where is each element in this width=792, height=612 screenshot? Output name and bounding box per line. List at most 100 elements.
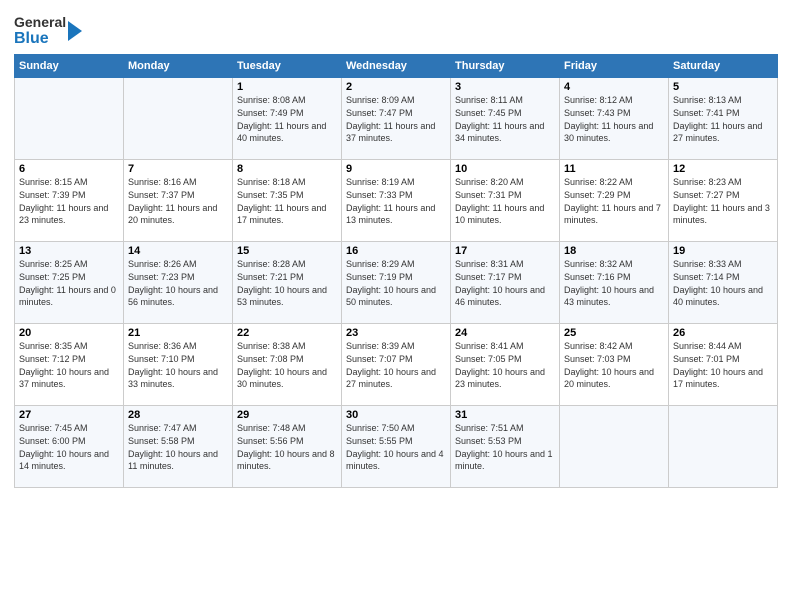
day-number: 13 [19, 245, 119, 257]
day-cell: 6Sunrise: 8:15 AMSunset: 7:39 PMDaylight… [15, 160, 124, 242]
day-number: 21 [128, 327, 228, 339]
weekday-header-wednesday: Wednesday [342, 55, 451, 78]
day-number: 24 [455, 327, 555, 339]
day-number: 18 [564, 245, 664, 257]
day-number: 12 [673, 163, 773, 175]
day-info: Sunrise: 8:18 AMSunset: 7:35 PMDaylight:… [237, 176, 337, 226]
day-info: Sunrise: 8:15 AMSunset: 7:39 PMDaylight:… [19, 176, 119, 226]
day-cell: 31Sunrise: 7:51 AMSunset: 5:53 PMDayligh… [451, 406, 560, 488]
week-row-4: 20Sunrise: 8:35 AMSunset: 7:12 PMDayligh… [15, 324, 778, 406]
day-cell [560, 406, 669, 488]
day-cell: 3Sunrise: 8:11 AMSunset: 7:45 PMDaylight… [451, 78, 560, 160]
page: General Blue SundayMondayTuesdayWednesda… [0, 0, 792, 612]
weekday-header-monday: Monday [124, 55, 233, 78]
day-info: Sunrise: 8:11 AMSunset: 7:45 PMDaylight:… [455, 94, 555, 144]
day-number: 26 [673, 327, 773, 339]
day-number: 9 [346, 163, 446, 175]
day-number: 15 [237, 245, 337, 257]
day-info: Sunrise: 8:25 AMSunset: 7:25 PMDaylight:… [19, 258, 119, 308]
day-number: 4 [564, 81, 664, 93]
day-cell: 20Sunrise: 8:35 AMSunset: 7:12 PMDayligh… [15, 324, 124, 406]
day-info: Sunrise: 8:33 AMSunset: 7:14 PMDaylight:… [673, 258, 773, 308]
day-number: 5 [673, 81, 773, 93]
day-number: 11 [564, 163, 664, 175]
logo-arrow-icon [68, 17, 86, 45]
day-info: Sunrise: 8:32 AMSunset: 7:16 PMDaylight:… [564, 258, 664, 308]
day-cell: 22Sunrise: 8:38 AMSunset: 7:08 PMDayligh… [233, 324, 342, 406]
day-cell [669, 406, 778, 488]
day-number: 30 [346, 409, 446, 421]
day-cell: 11Sunrise: 8:22 AMSunset: 7:29 PMDayligh… [560, 160, 669, 242]
day-number: 29 [237, 409, 337, 421]
day-cell: 23Sunrise: 8:39 AMSunset: 7:07 PMDayligh… [342, 324, 451, 406]
day-cell: 29Sunrise: 7:48 AMSunset: 5:56 PMDayligh… [233, 406, 342, 488]
day-cell: 26Sunrise: 8:44 AMSunset: 7:01 PMDayligh… [669, 324, 778, 406]
day-info: Sunrise: 8:29 AMSunset: 7:19 PMDaylight:… [346, 258, 446, 308]
logo-text: General Blue [14, 14, 66, 48]
day-cell: 2Sunrise: 8:09 AMSunset: 7:47 PMDaylight… [342, 78, 451, 160]
day-info: Sunrise: 8:41 AMSunset: 7:05 PMDaylight:… [455, 340, 555, 390]
day-cell: 16Sunrise: 8:29 AMSunset: 7:19 PMDayligh… [342, 242, 451, 324]
day-number: 25 [564, 327, 664, 339]
day-info: Sunrise: 8:16 AMSunset: 7:37 PMDaylight:… [128, 176, 228, 226]
day-cell: 1Sunrise: 8:08 AMSunset: 7:49 PMDaylight… [233, 78, 342, 160]
day-info: Sunrise: 8:38 AMSunset: 7:08 PMDaylight:… [237, 340, 337, 390]
day-info: Sunrise: 8:19 AMSunset: 7:33 PMDaylight:… [346, 176, 446, 226]
day-info: Sunrise: 8:26 AMSunset: 7:23 PMDaylight:… [128, 258, 228, 308]
day-cell: 8Sunrise: 8:18 AMSunset: 7:35 PMDaylight… [233, 160, 342, 242]
day-cell: 25Sunrise: 8:42 AMSunset: 7:03 PMDayligh… [560, 324, 669, 406]
day-number: 2 [346, 81, 446, 93]
day-cell: 28Sunrise: 7:47 AMSunset: 5:58 PMDayligh… [124, 406, 233, 488]
day-info: Sunrise: 8:36 AMSunset: 7:10 PMDaylight:… [128, 340, 228, 390]
day-number: 10 [455, 163, 555, 175]
day-cell: 12Sunrise: 8:23 AMSunset: 7:27 PMDayligh… [669, 160, 778, 242]
day-number: 27 [19, 409, 119, 421]
day-cell [15, 78, 124, 160]
day-info: Sunrise: 8:28 AMSunset: 7:21 PMDaylight:… [237, 258, 337, 308]
day-cell: 27Sunrise: 7:45 AMSunset: 6:00 PMDayligh… [15, 406, 124, 488]
day-info: Sunrise: 8:31 AMSunset: 7:17 PMDaylight:… [455, 258, 555, 308]
day-info: Sunrise: 8:12 AMSunset: 7:43 PMDaylight:… [564, 94, 664, 144]
day-cell: 14Sunrise: 8:26 AMSunset: 7:23 PMDayligh… [124, 242, 233, 324]
week-row-2: 6Sunrise: 8:15 AMSunset: 7:39 PMDaylight… [15, 160, 778, 242]
day-cell: 7Sunrise: 8:16 AMSunset: 7:37 PMDaylight… [124, 160, 233, 242]
day-info: Sunrise: 7:51 AMSunset: 5:53 PMDaylight:… [455, 422, 555, 472]
weekday-header-friday: Friday [560, 55, 669, 78]
day-number: 28 [128, 409, 228, 421]
header: General Blue [14, 10, 778, 48]
day-cell: 15Sunrise: 8:28 AMSunset: 7:21 PMDayligh… [233, 242, 342, 324]
week-row-1: 1Sunrise: 8:08 AMSunset: 7:49 PMDaylight… [15, 78, 778, 160]
logo-general: General [14, 14, 66, 30]
day-cell: 10Sunrise: 8:20 AMSunset: 7:31 PMDayligh… [451, 160, 560, 242]
day-number: 3 [455, 81, 555, 93]
weekday-header-thursday: Thursday [451, 55, 560, 78]
day-number: 23 [346, 327, 446, 339]
day-cell: 4Sunrise: 8:12 AMSunset: 7:43 PMDaylight… [560, 78, 669, 160]
day-info: Sunrise: 8:20 AMSunset: 7:31 PMDaylight:… [455, 176, 555, 226]
day-cell: 24Sunrise: 8:41 AMSunset: 7:05 PMDayligh… [451, 324, 560, 406]
logo: General Blue [14, 14, 86, 48]
day-number: 31 [455, 409, 555, 421]
day-number: 8 [237, 163, 337, 175]
day-number: 22 [237, 327, 337, 339]
day-info: Sunrise: 7:47 AMSunset: 5:58 PMDaylight:… [128, 422, 228, 472]
week-row-5: 27Sunrise: 7:45 AMSunset: 6:00 PMDayligh… [15, 406, 778, 488]
day-cell [124, 78, 233, 160]
weekday-header-tuesday: Tuesday [233, 55, 342, 78]
day-number: 7 [128, 163, 228, 175]
day-cell: 19Sunrise: 8:33 AMSunset: 7:14 PMDayligh… [669, 242, 778, 324]
logo-container: General Blue [14, 14, 86, 48]
day-number: 20 [19, 327, 119, 339]
weekday-header-sunday: Sunday [15, 55, 124, 78]
day-number: 1 [237, 81, 337, 93]
day-info: Sunrise: 8:39 AMSunset: 7:07 PMDaylight:… [346, 340, 446, 390]
day-info: Sunrise: 8:13 AMSunset: 7:41 PMDaylight:… [673, 94, 773, 144]
week-row-3: 13Sunrise: 8:25 AMSunset: 7:25 PMDayligh… [15, 242, 778, 324]
day-cell: 9Sunrise: 8:19 AMSunset: 7:33 PMDaylight… [342, 160, 451, 242]
day-cell: 21Sunrise: 8:36 AMSunset: 7:10 PMDayligh… [124, 324, 233, 406]
day-info: Sunrise: 8:08 AMSunset: 7:49 PMDaylight:… [237, 94, 337, 144]
day-info: Sunrise: 7:50 AMSunset: 5:55 PMDaylight:… [346, 422, 446, 472]
day-info: Sunrise: 7:45 AMSunset: 6:00 PMDaylight:… [19, 422, 119, 472]
day-info: Sunrise: 8:09 AMSunset: 7:47 PMDaylight:… [346, 94, 446, 144]
day-info: Sunrise: 8:42 AMSunset: 7:03 PMDaylight:… [564, 340, 664, 390]
